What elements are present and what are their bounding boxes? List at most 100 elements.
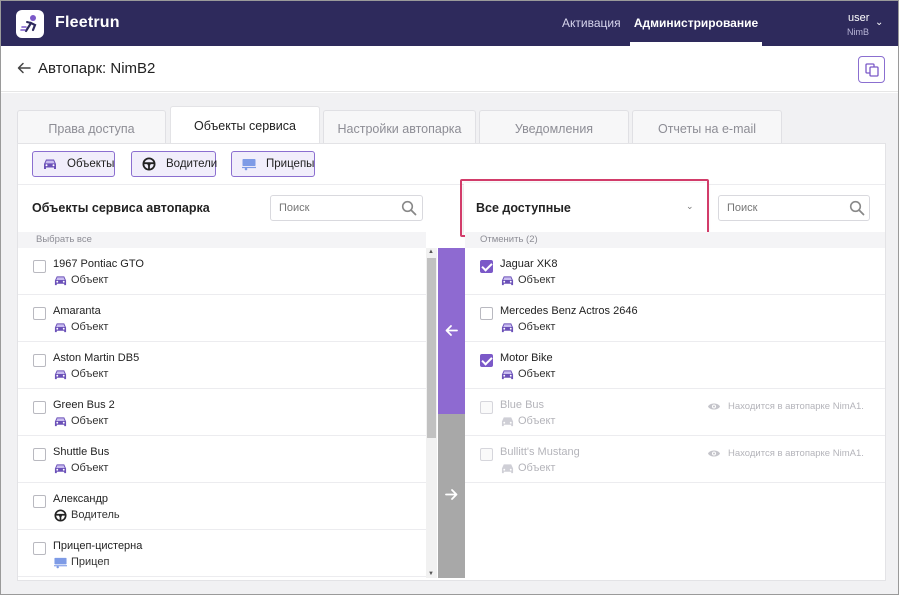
list-item[interactable]: Прицеп-цистерна Прицеп [18, 530, 426, 577]
app-window: Fleetrun Активация Администрирование use… [0, 0, 899, 595]
list-item[interactable]: Jaguar XK8 Объект [465, 248, 885, 295]
item-name: Aston Martin DB5 [53, 352, 140, 364]
list-item[interactable]: Motor Bike Объект [465, 342, 885, 389]
fleetrun-logo-icon[interactable] [16, 10, 44, 38]
move-to-right-button[interactable] [438, 414, 465, 578]
item-checkbox[interactable] [33, 401, 46, 414]
scroll-down-arrow-icon[interactable]: ▼ [428, 571, 434, 577]
available-objects-list: 1967 Pontiac GTO Объект Amaranta Объект … [18, 248, 426, 578]
tab-email-reports[interactable]: Отчеты на e-mail [632, 110, 782, 144]
fleet-objects-list: Jaguar XK8 Объект Mercedes Benz Actros 2… [465, 248, 885, 578]
brand-name: Fleetrun [55, 14, 120, 31]
item-name: Green Bus 2 [53, 399, 115, 411]
copy-icon [865, 63, 879, 77]
tab-notifications[interactable]: Уведомления [479, 110, 629, 144]
item-checkbox[interactable] [33, 260, 46, 273]
arrow-left-icon [445, 325, 458, 336]
list-item[interactable]: Aston Martin DB5 Объект [18, 342, 426, 389]
item-checkbox[interactable] [33, 448, 46, 461]
car-icon [54, 323, 67, 333]
item-checkbox[interactable] [33, 495, 46, 508]
search-icon[interactable] [849, 200, 865, 216]
item-name: Mercedes Benz Actros 2646 [500, 305, 638, 317]
item-type: Объект [518, 321, 556, 333]
eye-icon [708, 403, 720, 410]
move-to-left-button[interactable] [438, 248, 465, 414]
car-icon [501, 370, 514, 380]
list-item[interactable]: Александр Водитель [18, 483, 426, 530]
list-item[interactable]: Amaranta Объект [18, 295, 426, 342]
content-area: Права доступа Объекты сервиса Настройки … [1, 93, 898, 594]
search-icon[interactable] [401, 200, 417, 216]
tab-fleet-settings[interactable]: Настройки автопарка [323, 110, 476, 144]
left-panel-title: Объекты сервиса автопарка [32, 201, 210, 215]
left-list-scrollbar[interactable]: ▲ ▼ [426, 248, 437, 578]
item-checkbox[interactable] [33, 307, 46, 320]
item-name: Jaguar XK8 [500, 258, 558, 270]
car-icon [44, 159, 56, 169]
car-icon [501, 276, 514, 286]
item-checkbox-checked[interactable] [480, 260, 493, 273]
scroll-up-arrow-icon[interactable]: ▲ [428, 249, 434, 255]
item-checkbox[interactable] [480, 307, 493, 320]
back-arrow-icon[interactable] [16, 60, 32, 76]
list-item-disabled: Blue Bus Объект Находится в автопарке Ni… [465, 389, 885, 436]
item-location-note: Находится в автопарке NimA1. [728, 401, 864, 412]
trailers-filter-button[interactable]: Прицепы [231, 151, 315, 177]
list-item-disabled: Bullitt's Mustang Объект Находится в авт… [465, 436, 885, 483]
item-type: Объект [518, 274, 556, 286]
item-name: Motor Bike [500, 352, 553, 364]
item-checkbox[interactable] [33, 542, 46, 555]
right-search-input[interactable] [718, 195, 870, 221]
car-icon [501, 323, 514, 333]
top-navbar: Fleetrun Активация Администрирование use… [1, 1, 898, 46]
list-item[interactable]: Shuttle Bus Объект [18, 436, 426, 483]
page-title: Автопарк: NimB2 [38, 60, 156, 77]
item-checkbox-disabled [480, 448, 493, 461]
cancel-selection-link[interactable]: Отменить (2) [465, 232, 885, 248]
eye-icon [708, 450, 720, 457]
item-type: Объект [518, 462, 556, 474]
item-name: Александр [53, 493, 109, 505]
item-checkbox[interactable] [33, 354, 46, 367]
user-menu-chevron-down-icon[interactable]: ⌄ [875, 17, 883, 28]
user-org: NimB [847, 27, 869, 37]
car-icon [54, 276, 67, 286]
item-checkbox-disabled [480, 401, 493, 414]
car-icon [501, 464, 514, 474]
drivers-filter-button[interactable]: Водители [131, 151, 218, 177]
drivers-filter-label: Водители [166, 158, 218, 170]
page-header: Автопарк: NimB2 [1, 46, 898, 92]
objects-filter-label: Объекты [67, 158, 115, 170]
nav-activation[interactable]: Активация [562, 1, 621, 46]
item-type: Объект [71, 274, 109, 286]
item-name: Bullitt's Mustang [500, 446, 580, 458]
item-checkbox-checked[interactable] [480, 354, 493, 367]
car-icon [501, 417, 514, 427]
objects-filter-button[interactable]: Объекты [32, 151, 115, 177]
nav-administration[interactable]: Администрирование [630, 1, 762, 46]
highlight-frame [460, 179, 709, 237]
car-icon [54, 370, 67, 380]
item-location-note: Находится в автопарке NimA1. [728, 448, 864, 459]
list-item[interactable]: Green Bus 2 Объект [18, 389, 426, 436]
scroll-thumb[interactable] [427, 258, 436, 438]
item-type: Объект [71, 462, 109, 474]
item-type: Объект [518, 368, 556, 380]
list-item[interactable]: Mercedes Benz Actros 2646 Объект [465, 295, 885, 342]
steering-wheel-icon [142, 157, 156, 171]
tab-access-rights[interactable]: Права доступа [17, 110, 166, 144]
list-item[interactable]: 1967 Pontiac GTO Объект [18, 248, 426, 295]
item-type: Водитель [71, 509, 120, 521]
item-type: Объект [71, 415, 109, 427]
select-all-link[interactable]: Выбрать все [18, 232, 426, 248]
car-icon [54, 417, 67, 427]
item-name: Shuttle Bus [53, 446, 110, 458]
item-type: Прицеп [71, 556, 110, 568]
copy-button[interactable] [858, 56, 885, 83]
arrow-right-icon [445, 489, 458, 500]
user-name[interactable]: user [848, 12, 869, 24]
item-name: Amaranta [53, 305, 101, 317]
tab-service-objects[interactable]: Объекты сервиса [170, 106, 320, 144]
trailer-icon [242, 159, 256, 171]
